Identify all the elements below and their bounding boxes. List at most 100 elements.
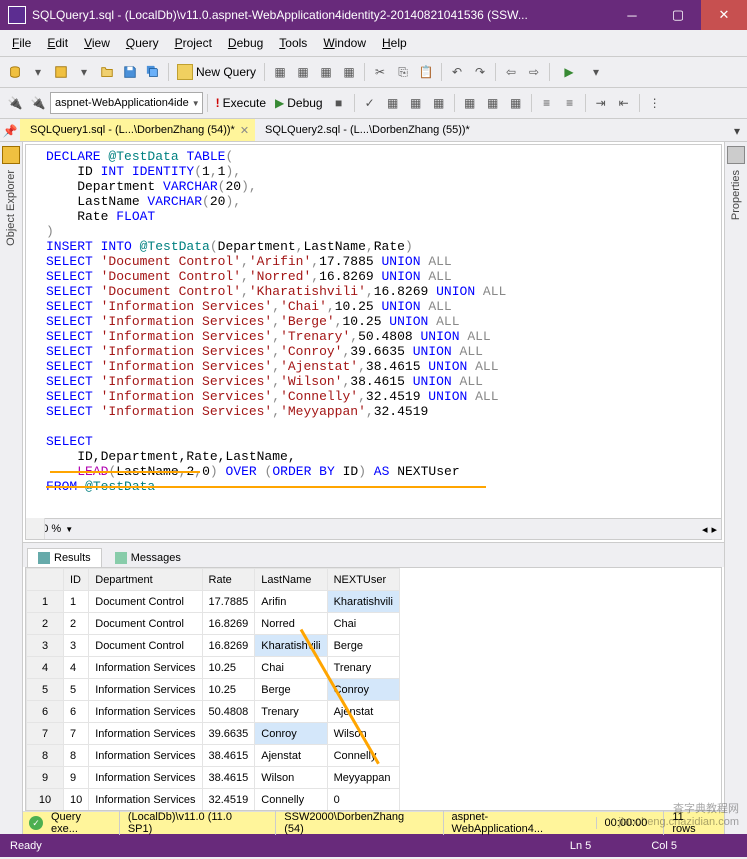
copy-icon[interactable]: ⎘ <box>392 61 414 83</box>
table-row[interactable]: 77Information Services39.6635ConroyWilso… <box>27 723 400 745</box>
window-buttons: ─ ▢ ✕ <box>609 0 747 30</box>
results-text-icon[interactable]: ▦ <box>482 92 504 114</box>
parse-icon[interactable]: ✓ <box>359 92 381 114</box>
undo-icon[interactable]: ↶ <box>446 61 468 83</box>
status-db: aspnet-WebApplication4... <box>443 811 588 835</box>
chevron-down-icon[interactable]: ▾ <box>27 61 49 83</box>
properties-tab[interactable]: Properties <box>730 164 742 226</box>
plan-icon[interactable]: ▦ <box>382 92 404 114</box>
results-file-icon[interactable]: ▦ <box>505 92 527 114</box>
status-rows: 11 rows <box>663 811 718 835</box>
results-grid-icon[interactable]: ▦ <box>459 92 481 114</box>
row-number: 6 <box>27 701 64 723</box>
comment-icon[interactable]: ≡ <box>536 92 558 114</box>
table-row[interactable]: 22Document Control16.8269NorredChai <box>27 613 400 635</box>
object-explorer-tab[interactable]: Object Explorer <box>5 164 17 252</box>
table-row[interactable]: 33Document Control16.8269KharatishviliBe… <box>27 635 400 657</box>
pin-icon[interactable]: 📌 <box>0 121 20 141</box>
save-all-icon[interactable] <box>142 61 164 83</box>
object-explorer-icon[interactable] <box>2 146 20 164</box>
paste-icon[interactable]: 📋 <box>415 61 437 83</box>
separator <box>495 63 496 81</box>
zoom-bar: 100 %▼ ◂▸ <box>26 518 721 539</box>
save-icon[interactable] <box>119 61 141 83</box>
database-dropdown[interactable]: aspnet-WebApplication4ide▼ <box>50 92 203 114</box>
chevron-down-icon[interactable]: ▾ <box>585 61 607 83</box>
tab-sqlquery1[interactable]: SQLQuery1.sql - (L...\DorbenZhang (54))*… <box>20 119 255 141</box>
table-row[interactable]: 1010Information Services32.4519Connelly0 <box>27 789 400 811</box>
results-tabs: Results Messages <box>23 542 724 567</box>
properties-icon[interactable] <box>727 146 745 164</box>
code-editor[interactable]: DECLARE @TestData TABLE( ID INT IDENTITY… <box>26 145 721 518</box>
execute-button[interactable]: !Execute <box>212 93 270 113</box>
tab-sqlquery2[interactable]: SQLQuery2.sql - (L...\DorbenZhang (55))* <box>255 119 476 141</box>
connect-icon[interactable]: 🔌 <box>4 92 26 114</box>
table-row[interactable]: 11Document Control17.7885ArifinKharatish… <box>27 591 400 613</box>
new-query-button[interactable]: New Query <box>173 62 260 82</box>
row-number: 3 <box>27 635 64 657</box>
row-number: 7 <box>27 723 64 745</box>
stop-icon[interactable]: ■ <box>328 92 350 114</box>
menu-query[interactable]: Query <box>118 34 167 52</box>
table-icon[interactable]: ▦ <box>269 61 291 83</box>
column-header[interactable]: Rate <box>202 569 255 591</box>
column-header[interactable]: LastName <box>255 569 327 591</box>
debug-button[interactable]: ▶Debug <box>271 93 327 113</box>
start-icon[interactable]: ▶ <box>554 61 584 83</box>
menu-help[interactable]: Help <box>374 34 415 52</box>
db-engine-icon[interactable] <box>50 61 72 83</box>
table-icon[interactable]: ▦ <box>292 61 314 83</box>
separator <box>441 63 442 81</box>
close-tab-icon[interactable]: ✕ <box>240 124 249 137</box>
menu-edit[interactable]: Edit <box>39 34 76 52</box>
row-number: 11 <box>27 811 64 812</box>
table-row[interactable]: 88Information Services38.4615AjenstatCon… <box>27 745 400 767</box>
column-header[interactable] <box>27 569 64 591</box>
tab-results[interactable]: Results <box>27 548 102 567</box>
table-row[interactable]: 55Information Services10.25BergeConroy <box>27 679 400 701</box>
menu-view[interactable]: View <box>76 34 118 52</box>
minimize-button[interactable]: ─ <box>609 0 655 30</box>
table-row[interactable]: 44Information Services10.25ChaiTrenary <box>27 657 400 679</box>
indent-icon[interactable]: ⇥ <box>590 92 612 114</box>
nav-back-icon[interactable]: ⇦ <box>500 61 522 83</box>
cut-icon[interactable]: ✂ <box>369 61 391 83</box>
tab-list-icon[interactable]: ▾ <box>727 121 747 141</box>
menu-file[interactable]: File <box>4 34 39 52</box>
chevron-down-icon[interactable]: ▾ <box>73 61 95 83</box>
tab-messages[interactable]: Messages <box>104 548 192 567</box>
separator <box>454 94 455 112</box>
options-icon[interactable]: ▦ <box>405 92 427 114</box>
table-row[interactable]: 99Information Services38.4615WilsonMeyya… <box>27 767 400 789</box>
intellisense-icon[interactable]: ▦ <box>428 92 450 114</box>
scroll-left-icon[interactable]: ◂ <box>702 523 708 536</box>
menu-project[interactable]: Project <box>167 34 220 52</box>
redo-icon[interactable]: ↷ <box>469 61 491 83</box>
uncomment-icon[interactable]: ≡ <box>559 92 581 114</box>
menu-tools[interactable]: Tools <box>271 34 315 52</box>
change-connection-icon[interactable]: 🔌 <box>27 92 49 114</box>
menu-debug[interactable]: Debug <box>220 34 271 52</box>
column-header[interactable]: Department <box>89 569 202 591</box>
open-file-icon[interactable] <box>96 61 118 83</box>
close-button[interactable]: ✕ <box>701 0 747 30</box>
success-icon: ✓ <box>29 816 43 830</box>
table-row[interactable]: 1111Information Services32.4519Meyyappan… <box>27 811 400 812</box>
table-icon[interactable]: ▦ <box>338 61 360 83</box>
results-grid[interactable]: IDDepartmentRateLastNameNEXTUser11Docume… <box>25 567 722 811</box>
status-col: Col 5 <box>651 840 677 852</box>
column-header[interactable]: NEXTUser <box>327 569 399 591</box>
column-header[interactable]: ID <box>64 569 89 591</box>
row-number: 2 <box>27 613 64 635</box>
scroll-right-icon[interactable]: ▸ <box>711 523 717 536</box>
specify-values-icon[interactable]: ⋮ <box>644 92 666 114</box>
maximize-button[interactable]: ▢ <box>655 0 701 30</box>
table-icon[interactable]: ▦ <box>315 61 337 83</box>
menu-window[interactable]: Window <box>315 34 374 52</box>
separator <box>549 63 550 81</box>
db-icon[interactable] <box>4 61 26 83</box>
row-number: 8 <box>27 745 64 767</box>
nav-fwd-icon[interactable]: ⇨ <box>523 61 545 83</box>
outdent-icon[interactable]: ⇤ <box>613 92 635 114</box>
separator <box>639 94 640 112</box>
